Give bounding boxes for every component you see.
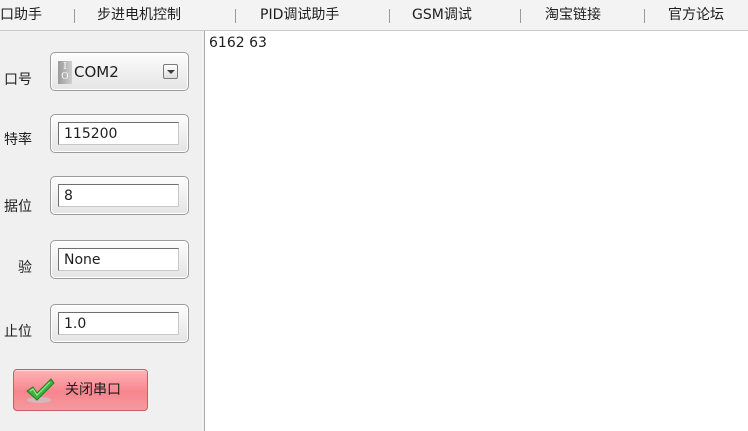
stop-bits-label: 止位 — [4, 324, 32, 340]
close-port-label: 关闭串口 — [65, 382, 121, 398]
serial-settings-panel: 口号 I O COM2 特率 据位 验 止位 关闭串口 — [0, 31, 205, 431]
tab-separator — [520, 9, 521, 23]
tab-separator — [235, 9, 236, 23]
port-value: COM2 — [74, 63, 119, 81]
tab-separator — [74, 9, 75, 23]
tab-serial-assistant[interactable]: 口助手 — [0, 0, 42, 30]
data-bits-field-frame — [50, 176, 189, 215]
baud-rate-field-frame — [50, 114, 189, 153]
stop-bits-input[interactable] — [58, 312, 179, 335]
baud-rate-label: 特率 — [4, 132, 32, 148]
chevron-down-icon[interactable] — [163, 64, 178, 79]
tab-gsm-debug[interactable]: GSM调试 — [412, 0, 472, 30]
tab-stepper-motor-control[interactable]: 步进电机控制 — [97, 0, 181, 30]
stop-bits-field-frame — [50, 304, 189, 343]
tab-separator — [389, 9, 390, 23]
parity-label: 验 — [18, 260, 32, 276]
port-label: 口号 — [4, 72, 32, 88]
io-icon: I O — [58, 61, 72, 84]
data-bits-label: 据位 — [4, 199, 32, 215]
data-bits-input[interactable] — [58, 184, 179, 207]
parity-field-frame — [50, 240, 189, 279]
parity-input[interactable] — [58, 248, 179, 271]
tab-strip: 口助手 步进电机控制 PID调试助手 GSM调试 淘宝链接 官方论坛 — [0, 0, 748, 31]
port-select[interactable]: I O COM2 — [58, 61, 178, 84]
receive-area[interactable]: 6162 63 — [205, 31, 748, 431]
tab-taobao-link[interactable]: 淘宝链接 — [545, 0, 601, 30]
tab-official-forum[interactable]: 官方论坛 — [668, 0, 724, 30]
baud-rate-input[interactable] — [58, 122, 179, 145]
tab-separator — [644, 9, 645, 23]
port-field-frame: I O COM2 — [50, 52, 189, 91]
tab-pid-assistant[interactable]: PID调试助手 — [260, 0, 339, 30]
check-icon — [26, 378, 55, 403]
receive-text: 6162 63 — [209, 35, 267, 51]
close-port-button[interactable]: 关闭串口 — [13, 369, 148, 411]
